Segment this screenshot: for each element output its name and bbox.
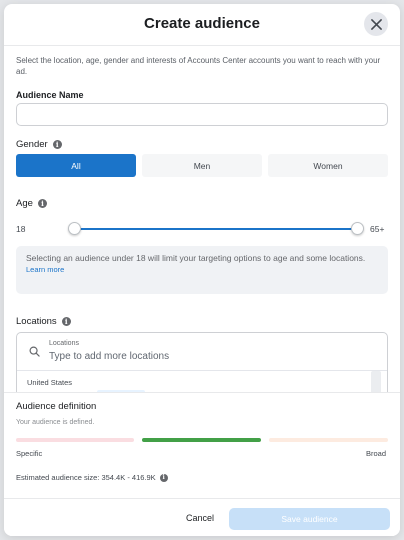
save-audience-button[interactable]: Save audience	[229, 508, 390, 530]
estimated-audience-size: Estimated audience size: 354.4K - 416.9K…	[16, 473, 168, 482]
search-icon	[29, 346, 40, 357]
gender-label: Gender i	[16, 139, 62, 150]
estimated-audience-size-text: Estimated audience size: 354.4K - 416.9K	[16, 473, 156, 482]
audience-meter-broad	[269, 438, 388, 442]
locations-field[interactable]: Locations Type to add more locations Uni…	[16, 332, 388, 392]
age-slider-max-handle[interactable]	[351, 222, 364, 235]
age-min-value: 18	[16, 224, 26, 234]
audience-name-label: Audience Name	[16, 90, 84, 100]
audience-definition-title: Audience definition	[16, 401, 97, 412]
age-info-notice: Selecting an audience under 18 will limi…	[16, 246, 388, 294]
modal-title: Create audience	[144, 15, 260, 32]
audience-meter-defined	[142, 438, 261, 442]
gender-option-men[interactable]: Men	[142, 154, 262, 177]
age-notice-text: Selecting an audience under 18 will limi…	[26, 253, 366, 263]
meter-specific-label: Specific	[16, 449, 43, 458]
audience-definition-panel: Audience definition Your audience is def…	[4, 392, 400, 498]
locations-label-text: Locations	[16, 316, 57, 327]
meter-broad-label: Broad	[366, 449, 387, 458]
age-slider-min-handle[interactable]	[68, 222, 81, 235]
info-icon[interactable]: i	[159, 473, 168, 482]
modal-footer: Cancel Save audience	[4, 498, 400, 536]
close-button[interactable]	[364, 12, 388, 36]
gender-selector: All Men Women	[16, 154, 388, 177]
close-icon	[370, 18, 382, 30]
create-audience-modal: Create audience Select the location, age…	[4, 4, 400, 536]
gender-option-women[interactable]: Women	[268, 154, 388, 177]
learn-more-link[interactable]: Learn more	[26, 265, 378, 274]
locations-scrollbar[interactable]	[371, 371, 381, 392]
modal-content[interactable]: Select the location, age, gender and int…	[4, 46, 400, 392]
cancel-button[interactable]: Cancel	[180, 509, 220, 527]
gender-label-text: Gender	[16, 139, 48, 150]
locations-search-input[interactable]: Type to add more locations	[49, 351, 169, 362]
modal-description: Select the location, age, gender and int…	[16, 56, 381, 76]
info-icon[interactable]: i	[37, 199, 47, 208]
divider	[17, 370, 387, 371]
age-label-text: Age	[16, 198, 33, 209]
audience-name-input[interactable]	[16, 103, 388, 126]
info-icon[interactable]: i	[61, 317, 71, 326]
audience-meter-specific	[16, 438, 134, 442]
age-label: Age i	[16, 198, 47, 209]
audience-definition-status: Your audience is defined.	[16, 419, 95, 426]
age-slider-track[interactable]	[74, 228, 359, 230]
modal-header: Create audience	[4, 4, 400, 46]
locations-label: Locations i	[16, 316, 71, 327]
gender-option-all[interactable]: All	[16, 154, 136, 177]
audience-name-label-text: Audience Name	[16, 90, 84, 100]
info-icon[interactable]: i	[52, 140, 62, 149]
locations-field-label: Locations	[49, 340, 79, 347]
location-item[interactable]: United States	[27, 378, 72, 387]
age-max-value: 65+	[370, 224, 385, 234]
